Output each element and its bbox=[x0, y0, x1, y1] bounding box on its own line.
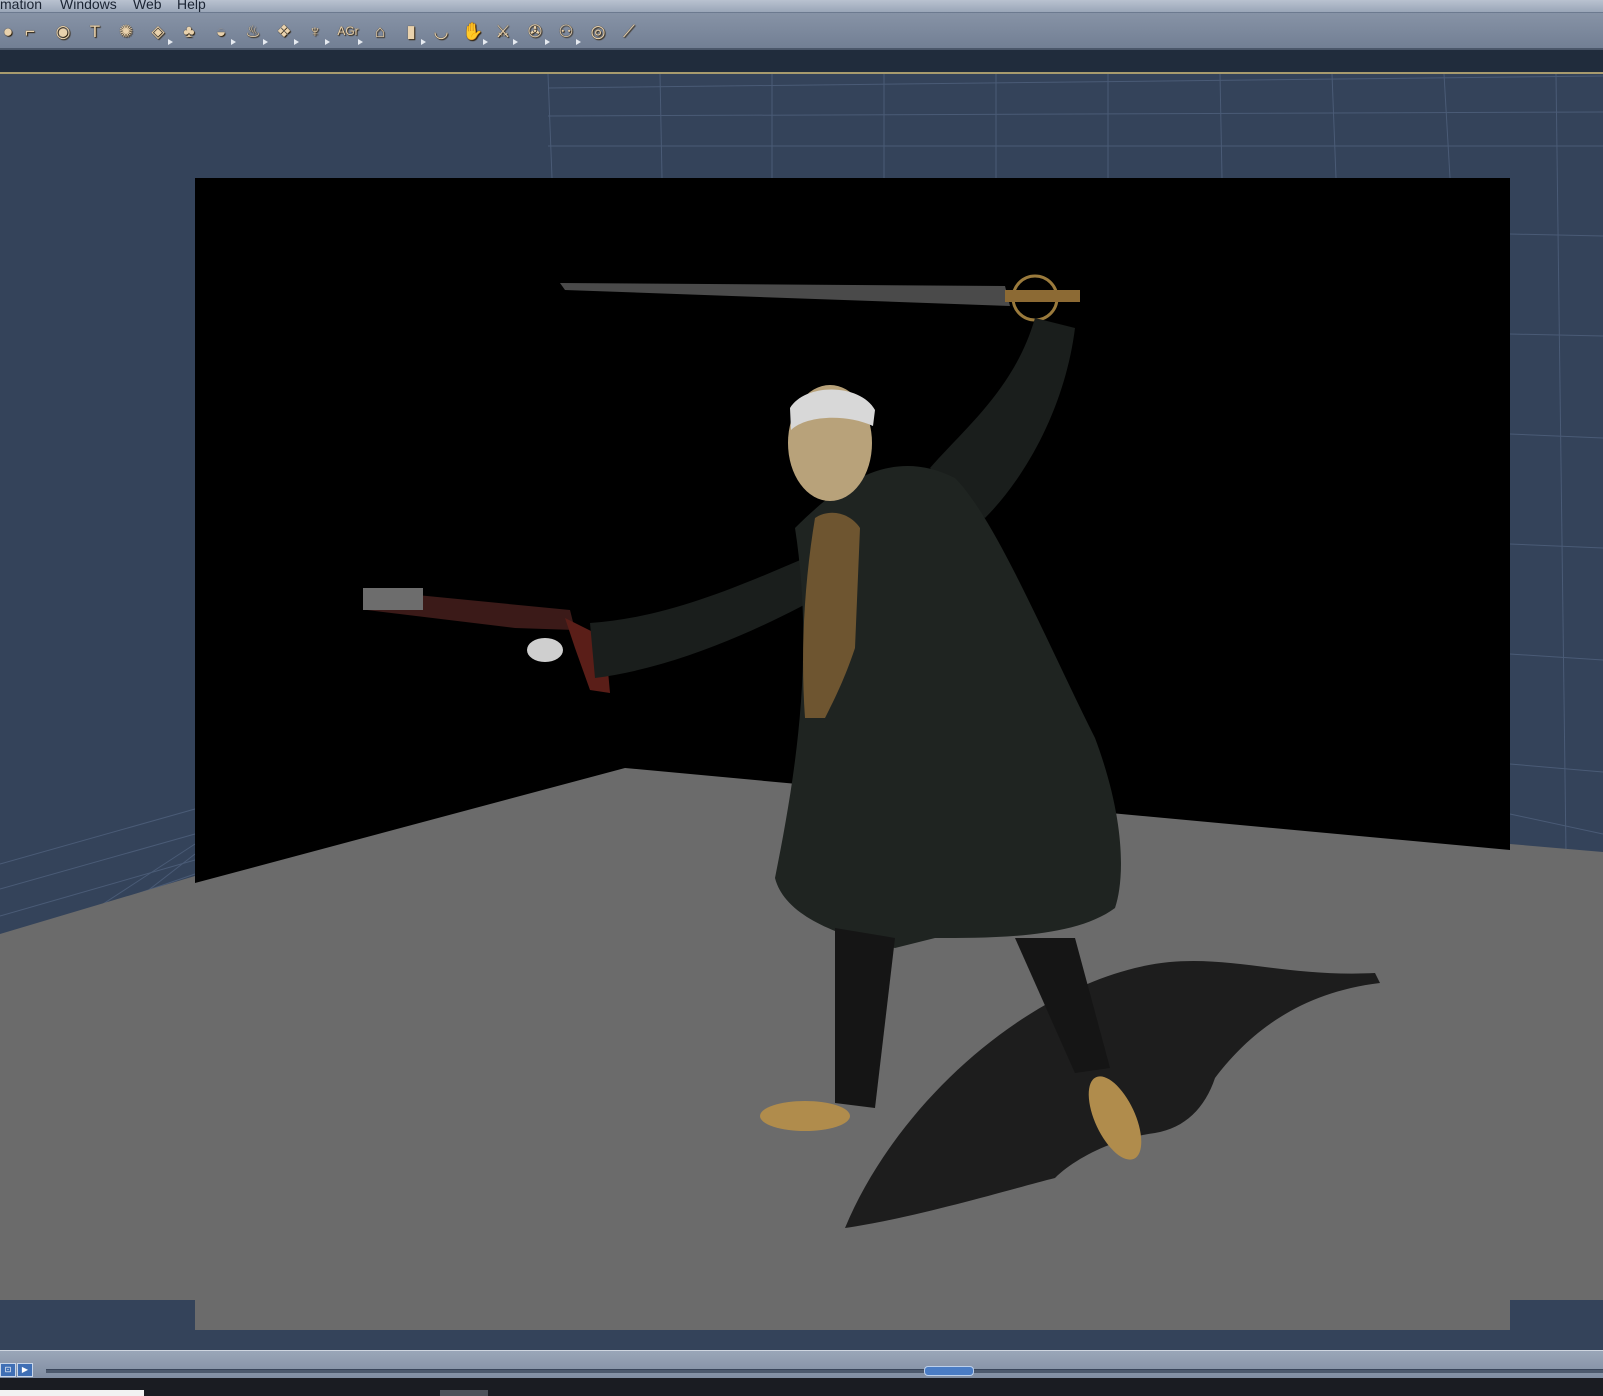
render-preview bbox=[195, 178, 1510, 1330]
partial-tool-button[interactable]: ● bbox=[0, 19, 20, 43]
app-window: mation Windows Web Help ● ⌐ ◉ T ✺ ◈ ♣ ◒ ♨ ❖ ♆ AGr ⌂ ▮… bbox=[0, 0, 1603, 1396]
rendered-scene bbox=[195, 274, 1510, 1330]
hand-tool-icon: ✋ bbox=[462, 21, 484, 41]
camera-tool-button[interactable]: ✇ bbox=[523, 19, 550, 45]
text-tool-button[interactable]: T bbox=[83, 19, 107, 43]
menu-animation[interactable]: mation bbox=[0, 0, 42, 12]
bone-tool-icon: ⌐ bbox=[25, 21, 35, 41]
target-tool-icon: ◎ bbox=[590, 21, 606, 41]
figure-tool-icon: ♆ bbox=[308, 21, 322, 41]
flyout-arrow-icon bbox=[168, 39, 173, 45]
menu-help[interactable]: Help bbox=[177, 0, 206, 12]
bone-single-tool-button[interactable]: ⟋ bbox=[617, 19, 641, 43]
bone-tool-button[interactable]: ⌐ bbox=[18, 19, 42, 43]
flyout-arrow-icon bbox=[576, 39, 581, 45]
plane-tool-icon: ◈ bbox=[151, 21, 165, 41]
particle-tool-button[interactable]: ✺ bbox=[114, 19, 138, 43]
camera-tool-icon: ✇ bbox=[527, 21, 543, 41]
eye-tool-icon: ◉ bbox=[55, 21, 71, 41]
cylinder-tool-button[interactable]: ▮ bbox=[399, 19, 426, 45]
document-strip bbox=[0, 50, 1603, 74]
tree-tool-icon: ♣ bbox=[183, 21, 195, 41]
terrain-tool-icon: ❖ bbox=[276, 21, 292, 41]
timeline-collapse-handle[interactable] bbox=[924, 1366, 974, 1376]
terrain-tool-button[interactable]: ❖ bbox=[272, 19, 299, 45]
play-button[interactable]: ▶ bbox=[17, 1363, 33, 1377]
house-tool-button[interactable]: ⌂ bbox=[368, 19, 392, 43]
timeline-track[interactable] bbox=[46, 1366, 1603, 1376]
flyout-arrow-icon bbox=[421, 39, 426, 45]
text-tool-icon: T bbox=[89, 21, 101, 41]
pistol bbox=[363, 588, 610, 693]
status-tab[interactable] bbox=[440, 1390, 488, 1396]
bowl-tool-icon: ◡ bbox=[433, 21, 449, 41]
toolbar: ● ⌐ ◉ T ✺ ◈ ♣ ◒ ♨ ❖ ♆ AGr ⌂ ▮ ◡ ✋ ⚔ ✇ ⚇ ◎ ⟋ bbox=[0, 13, 1603, 50]
flyout-arrow-icon bbox=[545, 39, 550, 45]
status-bar bbox=[0, 1378, 1603, 1396]
sword-tool-icon: ⚔ bbox=[495, 21, 511, 41]
animation-timeline: ⊡ ▶ bbox=[0, 1350, 1603, 1379]
flyout-arrow-icon bbox=[231, 39, 236, 45]
hierarchy-tool-button[interactable]: ⚇ bbox=[554, 19, 581, 45]
tree-tool-button[interactable]: ♣ bbox=[177, 19, 201, 43]
target-tool-button[interactable]: ◎ bbox=[586, 19, 610, 43]
sword-tool-button[interactable]: ⚔ bbox=[491, 19, 518, 45]
menu-bar: mation Windows Web Help bbox=[0, 0, 1603, 13]
house-tool-icon: ⌂ bbox=[374, 21, 386, 41]
delete-key-button[interactable]: ⊡ bbox=[0, 1363, 16, 1377]
plane-tool-button[interactable]: ◈ bbox=[146, 19, 173, 45]
flyout-arrow-icon bbox=[358, 39, 363, 45]
eye-tool-button[interactable]: ◉ bbox=[51, 19, 75, 43]
lips-tool-button[interactable]: ◒ bbox=[209, 19, 236, 45]
agr-tool-button[interactable]: AGr bbox=[336, 19, 363, 45]
flyout-arrow-icon bbox=[483, 39, 488, 45]
fire-tool-button[interactable]: ♨ bbox=[241, 19, 268, 45]
cylinder-tool-icon: ▮ bbox=[406, 21, 416, 41]
delete-key-icon: ⊡ bbox=[4, 1365, 12, 1374]
lips-tool-icon: ◒ bbox=[215, 21, 227, 41]
menu-windows[interactable]: Windows bbox=[60, 0, 117, 12]
sword bbox=[560, 274, 1080, 322]
partial-tool-icon: ● bbox=[2, 21, 14, 41]
hierarchy-tool-icon: ⚇ bbox=[558, 21, 574, 41]
bone-single-tool-icon: ⟋ bbox=[623, 21, 635, 41]
play-icon: ▶ bbox=[21, 1365, 29, 1374]
agr-tool-icon: AGr bbox=[337, 24, 359, 38]
fire-tool-icon: ♨ bbox=[245, 21, 261, 41]
flyout-arrow-icon bbox=[294, 39, 299, 45]
flyout-arrow-icon bbox=[325, 39, 330, 45]
status-panel-light bbox=[0, 1390, 144, 1396]
menu-web[interactable]: Web bbox=[133, 0, 162, 12]
hand-tool-button[interactable]: ✋ bbox=[461, 19, 488, 45]
particle-tool-icon: ✺ bbox=[118, 21, 134, 41]
flyout-arrow-icon bbox=[263, 39, 268, 45]
flyout-arrow-icon bbox=[513, 39, 518, 45]
3d-viewport[interactable] bbox=[0, 74, 1603, 1350]
figure-tool-button[interactable]: ♆ bbox=[303, 19, 330, 45]
bowl-tool-button[interactable]: ◡ bbox=[429, 19, 453, 43]
